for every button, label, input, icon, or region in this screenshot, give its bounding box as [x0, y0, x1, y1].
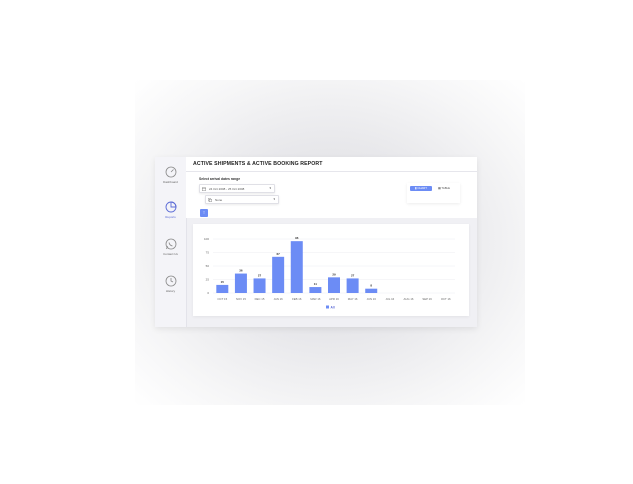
legend-label: All	[331, 306, 335, 310]
sidebar-item-dashboard[interactable]: Dashboard	[155, 166, 186, 184]
sidebar-item-contact-us[interactable]: Contact Us	[155, 238, 186, 256]
x-tick-label: JAN 16	[274, 297, 284, 301]
page-title: ACTIVE SHIPMENTS & ACTIVE BOOKING REPORT	[193, 161, 323, 167]
bar	[290, 241, 303, 293]
chevron-down-icon: ▾	[273, 197, 275, 201]
bar	[272, 256, 285, 293]
chart-view-button[interactable]: ▮ CHART	[410, 186, 432, 191]
header: ACTIVE SHIPMENTS & ACTIVE BOOKING REPORT	[186, 157, 477, 172]
x-tick-label: SEP 16	[422, 297, 432, 301]
bar	[216, 284, 229, 293]
x-tick-label: MAR 16	[310, 297, 321, 301]
data-label: 36	[239, 269, 243, 273]
table-view-button[interactable]: ▦ TABLE	[434, 186, 454, 191]
y-tick-label: 75	[206, 251, 210, 255]
x-tick-label: AUG 16	[403, 297, 413, 301]
bar	[234, 273, 247, 293]
group-by-select[interactable]: None ▾	[205, 195, 279, 204]
data-label: 8	[370, 284, 372, 288]
data-label: 27	[258, 273, 262, 277]
group-by-value: None	[215, 197, 223, 202]
data-label: 15	[221, 280, 225, 284]
calendar-icon	[202, 187, 206, 191]
bar-chart: 0 25 50 75 100 15 OCT 15 36 NOV 15 27 DEC 15 67 JAN …	[204, 236, 455, 310]
table-view-label: TABLE	[441, 186, 451, 190]
sidebar-item-reports[interactable]: Reports	[155, 201, 186, 219]
sidebar-item-label: Reports	[165, 215, 176, 219]
x-tick-label: DEC 15	[255, 297, 265, 301]
bar	[346, 278, 359, 293]
bar	[365, 288, 378, 293]
data-label: 27	[351, 273, 355, 277]
bar	[309, 287, 322, 293]
x-tick-label: APR 16	[329, 297, 339, 301]
chart-view-label: CHART	[417, 186, 427, 190]
speedometer-icon	[165, 166, 176, 178]
app-window: Dashboard Reports Contact Us History ACT…	[155, 157, 477, 327]
data-label: 67	[276, 252, 280, 256]
bar	[328, 277, 340, 293]
scroll-up-button[interactable]: ↑	[200, 209, 208, 217]
data-label: 29	[332, 272, 336, 276]
x-tick-label: OCT 15	[217, 297, 227, 301]
date-range-label: Select arrival dates range	[199, 177, 241, 181]
bar	[253, 278, 266, 293]
sidebar-item-label: Contact Us	[163, 252, 178, 256]
chart-card: 0 25 50 75 100 15 OCT 15 36 NOV 15 27 DEC 15 67 JAN …	[193, 224, 469, 316]
data-label: 11	[314, 282, 318, 286]
legend-swatch	[326, 305, 329, 309]
sidebar-item-history[interactable]: History	[155, 275, 186, 293]
sidebar: Dashboard Reports Contact Us History	[155, 157, 187, 327]
arrow-up-icon: ↑	[202, 210, 206, 216]
layers-icon	[208, 197, 212, 202]
x-tick-label: JUN 16	[367, 297, 377, 301]
x-tick-label: MAY 16	[348, 297, 358, 301]
y-tick-label: 25	[206, 278, 210, 282]
date-range-select[interactable]: 24 Oct 2008 - 25 Oct 2008 ▾	[199, 184, 275, 193]
view-toggle: ▮ CHART ▦ TABLE	[407, 183, 460, 203]
x-tick-label: NOV 15	[236, 297, 246, 301]
data-label: 96	[295, 236, 299, 240]
x-tick-label: FEB 16	[292, 297, 302, 301]
sidebar-item-label: Dashboard	[163, 180, 178, 184]
y-tick-label: 0	[207, 291, 209, 295]
whatsapp-icon	[165, 238, 176, 250]
date-range-value: 24 Oct 2008 - 25 Oct 2008	[209, 186, 245, 191]
sidebar-item-label: History	[165, 289, 176, 293]
clock-icon	[165, 275, 176, 287]
pie-chart-icon	[165, 201, 176, 213]
x-tick-label: OCT 16	[441, 297, 451, 301]
report-controls: Select arrival dates range 24 Oct 2008 -…	[186, 172, 477, 218]
chevron-down-icon: ▾	[269, 186, 271, 190]
x-tick-label: JUL 16	[385, 297, 394, 301]
y-tick-label: 100	[204, 237, 209, 241]
y-tick-label: 50	[206, 264, 210, 268]
